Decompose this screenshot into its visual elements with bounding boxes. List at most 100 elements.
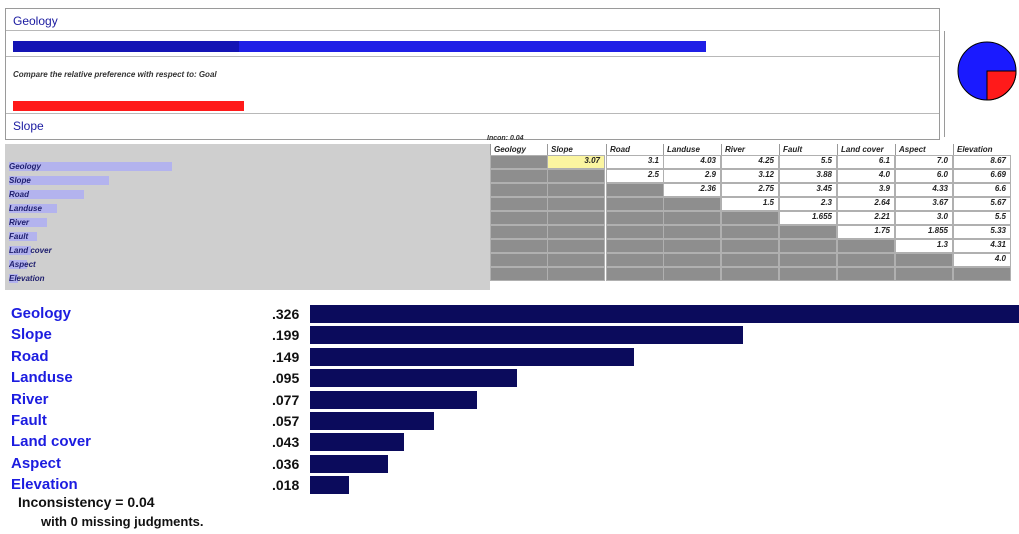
matrix-cell	[490, 267, 548, 281]
priority-name: Slope	[11, 326, 52, 344]
element-b-label: Slope	[13, 119, 44, 133]
matrix-cell	[606, 239, 664, 253]
matrix-cell	[606, 211, 664, 225]
matrix-cell[interactable]: 2.21	[837, 211, 895, 225]
matrix-cell	[606, 183, 664, 197]
matrix-cell[interactable]: 3.9	[837, 183, 895, 197]
matrix-cell[interactable]: 4.25	[721, 155, 779, 169]
matrix-column-header: River	[721, 144, 779, 155]
matrix-cell[interactable]: 1.5	[721, 197, 779, 211]
matrix-cell	[779, 225, 837, 239]
element-a-bar-fill	[13, 41, 239, 52]
priority-value: .036	[272, 455, 300, 472]
matrix-cell[interactable]: 5.67	[953, 197, 1011, 211]
priority-bar	[310, 390, 477, 409]
matrix-cell[interactable]: 1.855	[895, 225, 953, 239]
matrix-row-label[interactable]: Geology	[9, 161, 172, 172]
divider	[6, 30, 939, 31]
matrix-cell[interactable]: 3.1	[606, 155, 664, 169]
priority-name: Aspect	[11, 454, 62, 472]
matrix-cell[interactable]: 7.0	[895, 155, 953, 169]
matrix-row-label[interactable]: Elevation	[9, 273, 45, 284]
matrix-cell	[663, 211, 721, 225]
matrix-cell[interactable]: 3.12	[721, 169, 779, 183]
matrix-cell[interactable]: 3.67	[895, 197, 953, 211]
matrix-cell	[547, 183, 605, 197]
matrix-cell	[490, 225, 548, 239]
matrix-row-label[interactable]: Aspect	[9, 259, 36, 270]
matrix-grid: Geology Slope Road Landuse River Fault Land co…	[490, 144, 1019, 290]
matrix-cell[interactable]: 2.64	[837, 197, 895, 211]
matrix-cell	[721, 253, 779, 267]
matrix-cell[interactable]: 6.69	[953, 169, 1011, 183]
matrix-cell[interactable]: 4.03	[663, 155, 721, 169]
matrix-cell	[547, 169, 605, 183]
element-b-bar[interactable]	[13, 101, 244, 111]
matrix-cell[interactable]: 6.6	[953, 183, 1011, 197]
matrix-cell[interactable]: 5.5	[779, 155, 837, 169]
matrix-cell[interactable]: 4.0	[837, 169, 895, 183]
matrix-cell[interactable]: 5.5	[953, 211, 1011, 225]
priority-value: .077	[272, 391, 300, 408]
matrix-cell	[779, 253, 837, 267]
missing-judgments-text: with 0 missing judgments.	[41, 514, 204, 529]
matrix-cell	[837, 267, 895, 281]
matrix-cell	[547, 211, 605, 225]
matrix-cell[interactable]: 3.0	[895, 211, 953, 225]
priority-name: Road	[11, 347, 49, 365]
matrix-row-labels: Geology Slope Road Landuse River Fault L…	[5, 144, 490, 290]
matrix-cell[interactable]: 6.1	[837, 155, 895, 169]
matrix-cell	[779, 239, 837, 253]
matrix-column-header: Landuse	[663, 144, 721, 155]
matrix-cell	[606, 267, 664, 281]
matrix-cell[interactable]: 1.655	[779, 211, 837, 225]
matrix-cell[interactable]: 4.0	[953, 253, 1011, 267]
matrix-cell	[547, 225, 605, 239]
matrix-cell[interactable]: 4.33	[895, 183, 953, 197]
matrix-cell[interactable]: 2.36	[663, 183, 721, 197]
preference-pie-chart	[957, 41, 1017, 101]
priority-bar	[310, 326, 743, 345]
matrix-cell[interactable]: 2.75	[721, 183, 779, 197]
priority-bar	[310, 433, 404, 452]
priority-value: .199	[272, 327, 300, 344]
matrix-cell	[721, 211, 779, 225]
priority-value: .326	[272, 306, 300, 322]
priority-value: .149	[272, 348, 300, 365]
matrix-row-label[interactable]: Slope	[9, 175, 109, 186]
matrix-cell[interactable]: 1.3	[895, 239, 953, 253]
matrix-cell[interactable]: 6.0	[895, 169, 953, 183]
matrix-cell[interactable]: 8.67	[953, 155, 1011, 169]
matrix-row-label[interactable]: Road	[9, 189, 84, 200]
matrix-column-header: Slope	[547, 144, 605, 155]
matrix-cell	[721, 239, 779, 253]
matrix-cell[interactable]: 2.3	[779, 197, 837, 211]
matrix-row-label[interactable]: Fault	[9, 231, 37, 242]
divider	[6, 56, 939, 57]
matrix-cell	[663, 253, 721, 267]
matrix-cell	[606, 253, 664, 267]
priority-bar	[310, 476, 349, 495]
pie-secondary-slice	[986, 70, 1017, 101]
matrix-cell	[895, 267, 953, 281]
matrix-cell[interactable]: 4.31	[953, 239, 1011, 253]
matrix-row-label[interactable]: Land cover	[9, 245, 52, 256]
matrix-cell[interactable]: 3.88	[779, 169, 837, 183]
matrix-cell[interactable]: 1.75	[837, 225, 895, 239]
matrix-cell[interactable]: 5.33	[953, 225, 1011, 239]
priority-name: Land cover	[11, 433, 92, 451]
matrix-cell[interactable]: 2.5	[606, 169, 664, 183]
priority-value: .057	[272, 413, 300, 429]
priority-bar	[310, 369, 517, 388]
matrix-cell	[490, 183, 548, 197]
matrix-row-label[interactable]: Landuse	[9, 203, 57, 214]
element-a-label: Geology	[13, 14, 58, 28]
matrix-column-header: Land cover	[837, 144, 895, 155]
matrix-row-label[interactable]: River	[9, 217, 47, 228]
matrix-cell[interactable]: 3.45	[779, 183, 837, 197]
matrix-column-header: Geology	[490, 144, 548, 155]
matrix-cell	[663, 267, 721, 281]
matrix-cell[interactable]: 3.07	[547, 155, 605, 169]
matrix-cell[interactable]: 2.9	[663, 169, 721, 183]
matrix-cell	[663, 197, 721, 211]
